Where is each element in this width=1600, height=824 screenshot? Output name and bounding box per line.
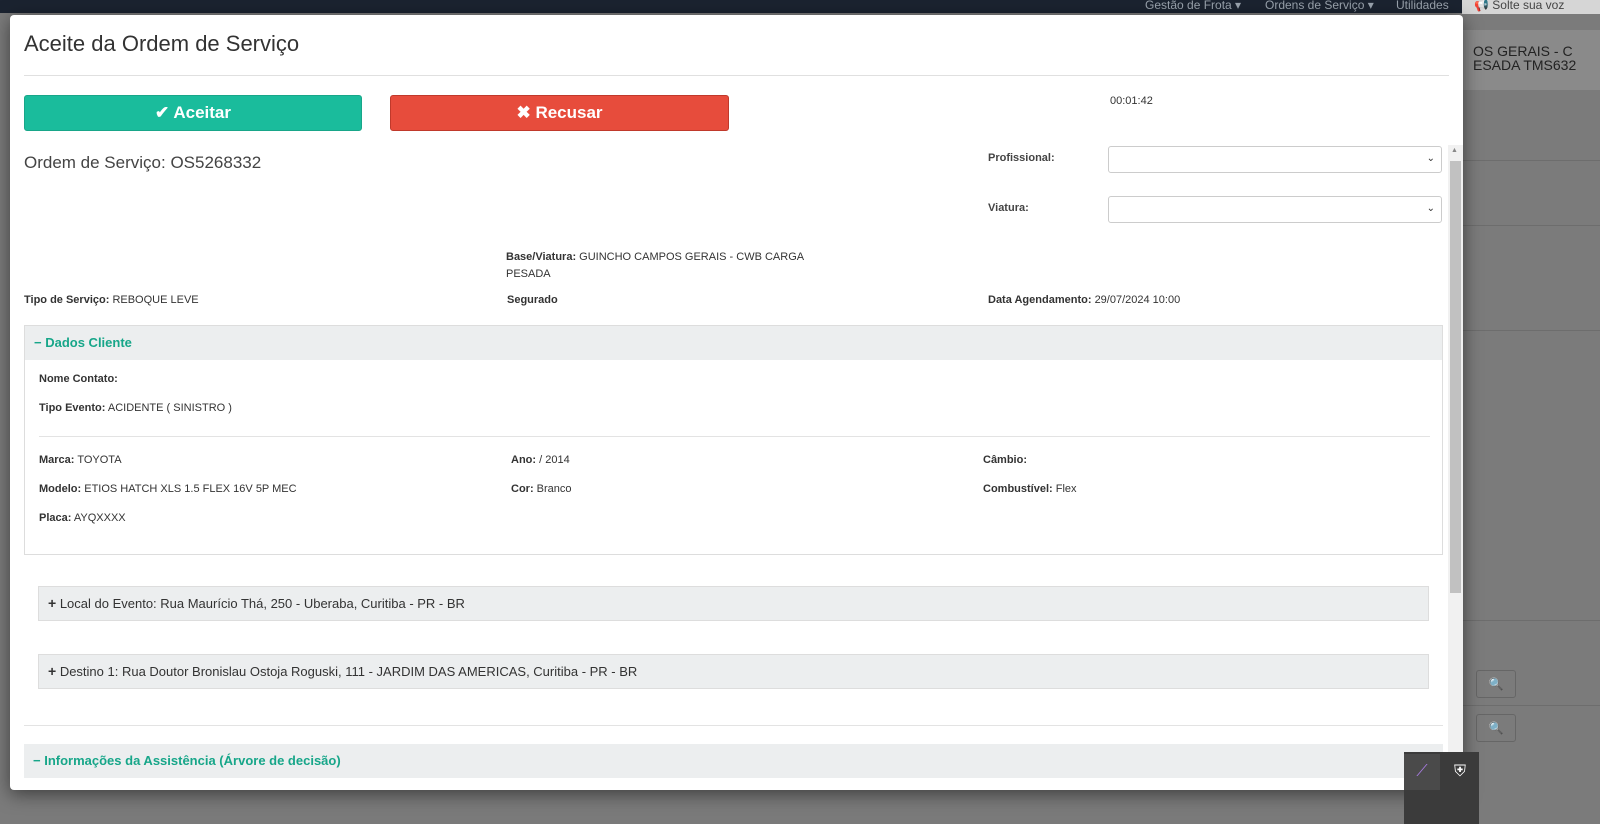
divider <box>1463 620 1600 621</box>
nav-ordens-servico[interactable]: Ordens de Serviço ▾ <box>1265 0 1374 12</box>
minus-icon: − <box>33 753 41 768</box>
combustivel-value: Flex <box>1055 483 1077 495</box>
divider <box>24 725 1443 726</box>
reject-button[interactable]: ✖ Recusar <box>390 95 729 131</box>
local-evento-text: Local do Evento: Rua Maurício Thá, 250 -… <box>59 596 465 611</box>
minus-icon: − <box>34 335 42 350</box>
bg-text-1: OS GERAIS - C <box>1473 43 1573 59</box>
order-number: Ordem de Serviço: OS5268332 <box>24 153 262 172</box>
assistencia-header[interactable]: − Informações da Assistência (Árvore de … <box>24 744 1443 778</box>
search-icon: 🔍 <box>1488 721 1504 735</box>
nome-label: Nome Contato: <box>39 373 118 385</box>
scrollbar-thumb[interactable] <box>1450 161 1461 593</box>
marca-value: TOYOTA <box>77 454 122 466</box>
divider <box>1463 160 1600 161</box>
modal-title: Aceite da Ordem de Serviço <box>24 31 300 56</box>
search-button[interactable]: 🔍 <box>1476 714 1516 742</box>
data-value: 29/07/2024 10:00 <box>1094 294 1181 306</box>
background-left <box>0 14 10 824</box>
destino-panel[interactable]: + Destino 1: Rua Doutor Bronislau Ostoja… <box>38 654 1429 689</box>
divider <box>39 436 1430 437</box>
voice-feedback-button[interactable]: 📢 Solte sua voz <box>1462 0 1600 14</box>
viatura-label: Viatura: <box>988 202 1029 214</box>
modal-body: Ordem de Serviço: OS5268332 Profissional… <box>24 143 1449 790</box>
nav-gestao-frota[interactable]: Gestão de Frota ▾ <box>1145 0 1241 12</box>
cambio-label: Câmbio: <box>983 454 1027 466</box>
voice-label: Solte sua voz <box>1492 0 1565 12</box>
assistencia-title: Informações da Assistência (Árvore de de… <box>44 753 341 768</box>
accept-order-modal: Aceite da Ordem de Serviço ✔ Aceitar ✖ R… <box>10 15 1463 790</box>
timer: 00:01:42 <box>1110 95 1153 107</box>
cor-value: Branco <box>536 483 572 495</box>
assistencia-panel: − Informações da Assistência (Árvore de … <box>24 744 1443 778</box>
bg-text-2: ESADA TMS632 <box>1473 57 1577 73</box>
cor: Cor: Branco <box>511 481 572 498</box>
modelo-label: Modelo: <box>39 483 82 495</box>
scroll-up-icon[interactable]: ▲ <box>1451 147 1458 154</box>
profissional-select[interactable]: ⌄ <box>1108 146 1442 173</box>
plus-icon: + <box>48 595 57 611</box>
feather-icon[interactable]: ⟋ <box>1404 754 1440 790</box>
data-label: Data Agendamento: <box>988 294 1092 306</box>
divider <box>1463 705 1600 706</box>
viatura-select[interactable]: ⌄ <box>1108 196 1442 223</box>
base-label: Base/Viatura: <box>506 251 577 263</box>
megaphone-icon: 📢 <box>1474 0 1489 12</box>
search-icon: 🔍 <box>1488 677 1504 691</box>
top-navbar: Gestão de Frota ▾ Ordens de Serviço ▾ Ut… <box>0 0 1600 13</box>
evento-value: ACIDENTE ( SINISTRO ) <box>107 402 232 414</box>
evento-label: Tipo Evento: <box>39 402 106 414</box>
ano-label: Ano: <box>511 454 537 466</box>
divider <box>1463 225 1600 226</box>
divider <box>24 75 1449 76</box>
placa-value: AYQXXXX <box>73 512 126 524</box>
divider <box>1463 330 1600 331</box>
background-right <box>1463 14 1600 824</box>
placa: Placa: AYQXXXX <box>39 510 126 527</box>
security-shield-warning-icon[interactable]: ⛨ <box>1442 754 1478 790</box>
scrollbar[interactable]: ▲ <box>1448 145 1463 790</box>
accept-label: Aceitar <box>173 103 231 122</box>
accept-button[interactable]: ✔ Aceitar <box>24 95 362 131</box>
tipo-servico: Tipo de Serviço: REBOQUE LEVE <box>24 292 199 309</box>
check-icon: ✔ <box>155 103 170 122</box>
destino-text: Destino 1: Rua Doutor Bronislau Ostoja R… <box>59 664 638 679</box>
combustivel: Combustível: Flex <box>983 481 1077 498</box>
chevron-down-icon: ⌄ <box>1426 203 1435 214</box>
marca: Marca: TOYOTA <box>39 452 122 469</box>
reject-label: Recusar <box>535 103 603 122</box>
data-agendamento: Data Agendamento: 29/07/2024 10:00 <box>988 292 1180 309</box>
tipo-evento: Tipo Evento: ACIDENTE ( SINISTRO ) <box>39 400 232 417</box>
modelo: Modelo: ETIOS HATCH XLS 1.5 FLEX 16V 5P … <box>39 481 297 498</box>
combustivel-label: Combustível: <box>983 483 1053 495</box>
local-evento-panel[interactable]: + Local do Evento: Rua Maurício Thá, 250… <box>38 586 1429 621</box>
tipo-servico-value: REBOQUE LEVE <box>112 294 199 306</box>
tipo-servico-label: Tipo de Serviço: <box>24 294 110 306</box>
search-button[interactable]: 🔍 <box>1476 670 1516 698</box>
ano-value: / 2014 <box>539 454 570 466</box>
close-icon: ✖ <box>516 103 531 122</box>
dados-cliente-panel: − Dados Cliente Nome Contato: Tipo Event… <box>24 325 1443 555</box>
dados-cliente-title: Dados Cliente <box>45 335 132 350</box>
segurado-label: Segurado <box>507 294 558 306</box>
background-header-text: OS GERAIS - C ESADA TMS632 <box>1463 30 1600 90</box>
chevron-down-icon: ⌄ <box>1426 153 1435 164</box>
profissional-label: Profissional: <box>988 152 1055 164</box>
nome-contato: Nome Contato: <box>39 371 118 388</box>
cor-label: Cor: <box>511 483 534 495</box>
base-viatura: Base/Viatura: GUINCHO CAMPOS GERAIS - CW… <box>506 249 826 283</box>
modelo-value: ETIOS HATCH XLS 1.5 FLEX 16V 5P MEC <box>84 483 297 495</box>
ano: Ano: / 2014 <box>511 452 570 469</box>
plus-icon: + <box>48 663 57 679</box>
marca-label: Marca: <box>39 454 75 466</box>
dados-cliente-header[interactable]: − Dados Cliente <box>25 326 1442 360</box>
placa-label: Placa: <box>39 512 72 524</box>
cambio: Câmbio: <box>983 452 1027 469</box>
system-tray-popup: ⟋ ⛨ <box>1404 752 1479 824</box>
nav-utilidades[interactable]: Utilidades <box>1396 0 1449 12</box>
